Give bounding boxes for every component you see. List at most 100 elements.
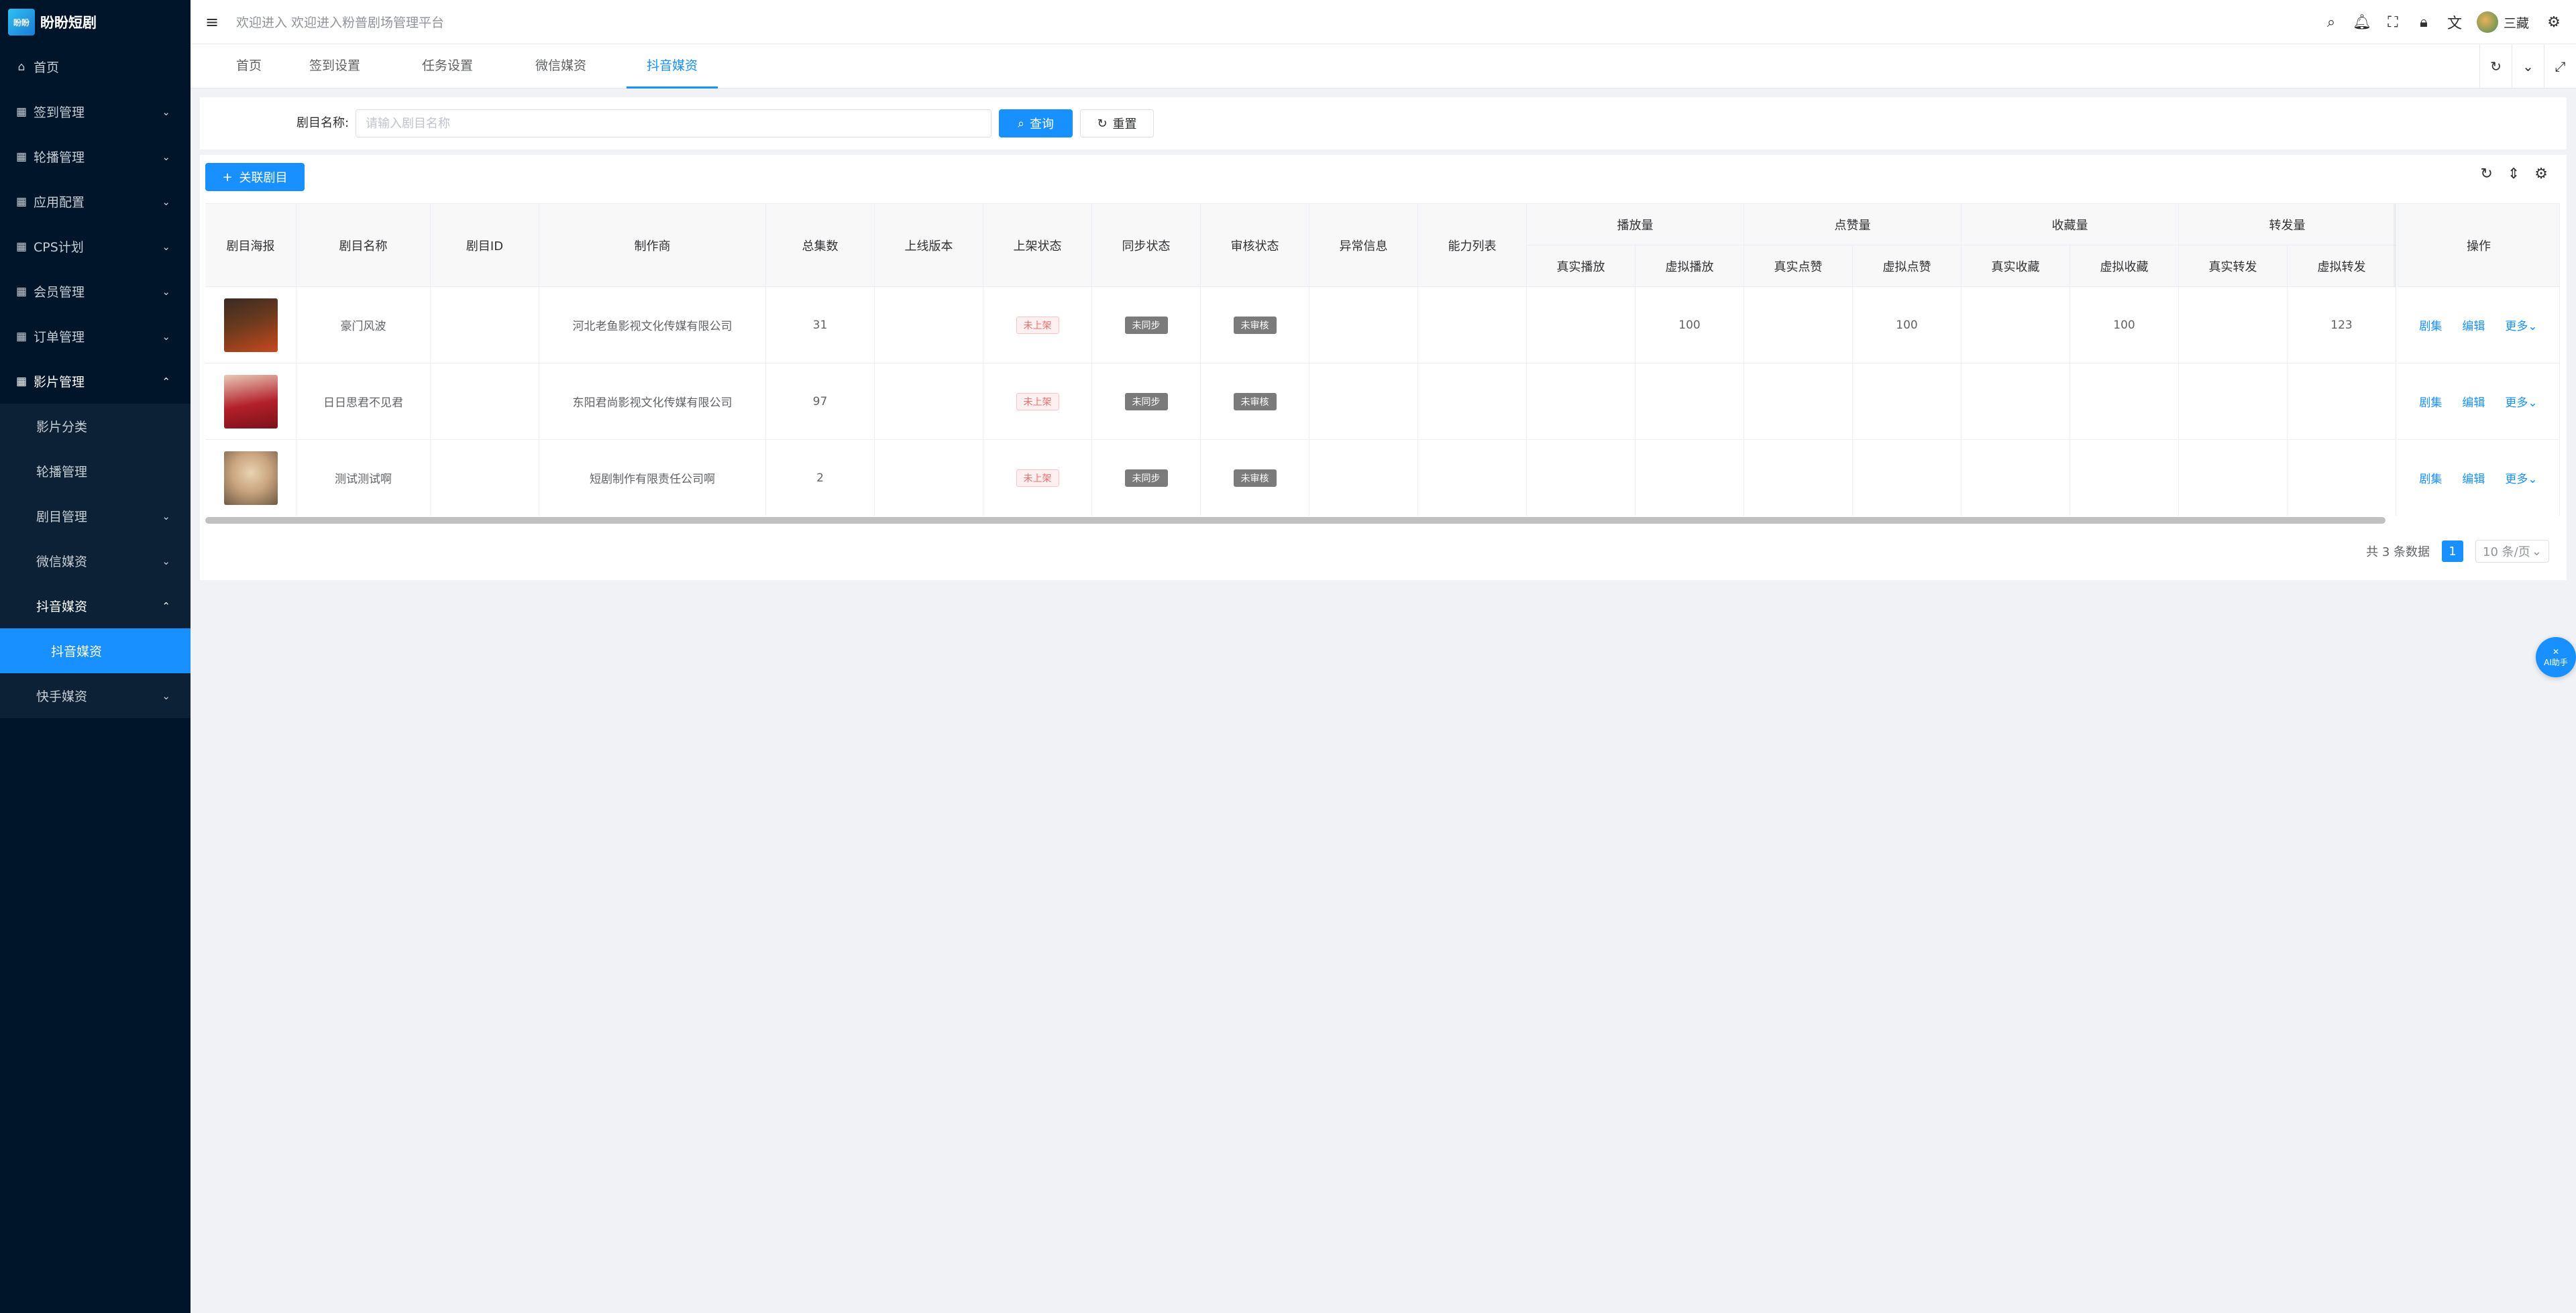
col-group-shares: 转发量 [2179,204,2396,245]
tab-task-settings[interactable]: 任务设置 [422,44,473,89]
sidebar-item-home[interactable]: ⌂ 首页 [0,44,191,89]
table-cell-poster [205,287,297,363]
table-cell-name: 豪门风波 [297,287,431,363]
sidebar-item-drama-manage[interactable]: 剧目管理 ⌄ [0,494,191,538]
search-icon[interactable]: ⌕ [2316,14,2347,31]
grid-icon: ▦ [15,329,28,343]
col-error-info: 异常信息 [1309,204,1418,287]
drama-name-input[interactable] [356,109,991,137]
bell-icon[interactable]: 🔔︎ [2347,14,2377,31]
status-badge: 未上架 [1016,392,1059,410]
drama-poster-image[interactable] [223,374,278,429]
col-virtual-fav: 虚拟收藏 [2070,245,2179,287]
table-cell-real-share [2179,440,2288,516]
tab-wechat-media[interactable]: 微信媒资 [535,44,586,89]
horizontal-scrollbar[interactable] [205,517,2385,524]
ai-assistant-label: AI助手 [2544,657,2568,667]
douyin-submenu: 抖音媒资 [0,628,191,673]
refresh-icon[interactable]: ↻ [2479,44,2512,89]
logo[interactable]: 盼盼 盼盼短剧 [0,0,191,44]
table-cell-version [875,440,983,516]
more-link[interactable]: 更多⌄ [2505,393,2537,410]
ai-assistant-button[interactable]: ✕ AI助手 [2536,637,2576,677]
edit-link[interactable]: 编辑 [2462,469,2485,486]
sidebar: 盼盼 盼盼短剧 ⌂ 首页 ▦ 签到管理 ⌄ ▦ 轮播管理 ⌄ ▦ 应用配置 ⌄ … [0,0,191,1313]
top-header: ≡ 欢迎进入 欢迎进入粉普剧场管理平台 ⌕ 🔔︎ ⛶ 🔒︎ 文 三藏 ⚙ [191,0,2576,44]
chevron-down-icon[interactable]: ⌄ [2512,44,2544,89]
table-cell-real-play [1527,440,1635,516]
fullscreen-icon[interactable]: ⛶ [2377,14,2408,31]
link-drama-button[interactable]: + 关联剧目 [205,163,305,191]
episodes-link[interactable]: 剧集 [2419,469,2442,486]
sidebar-item-film-category[interactable]: 影片分类 [0,404,191,449]
avatar[interactable] [2476,11,2498,33]
sidebar-item-cps[interactable]: ▦ CPS计划 ⌄ [0,224,191,269]
table-cell-real-play [1527,363,1635,440]
status-badge: 未上架 [1016,316,1059,334]
chevron-down-icon: ⌄ [162,195,170,208]
sidebar-item-members[interactable]: ▦ 会员管理 ⌄ [0,269,191,314]
table-cell-producer: 河北老鱼影视文化传媒有限公司 [539,287,766,363]
sidebar-item-label: 影片分类 [36,420,88,435]
query-button[interactable]: ⌕ 查询 [999,109,1073,137]
chevron-down-icon: ⌄ [162,150,170,163]
col-virtual-play: 虚拟播放 [1635,245,1744,287]
sidebar-item-films[interactable]: ▦ 影片管理 ⌃ [0,359,191,404]
sidebar-item-label: 轮播管理 [34,150,85,165]
translate-icon[interactable]: 文 [2439,11,2470,33]
table-cell-sync: 未同步 [1092,363,1201,440]
tab-tools: ↻ ⌄ ⤢ [2479,44,2576,89]
sidebar-item-kuaishou-media[interactable]: 快手媒资 ⌄ [0,673,191,718]
more-link[interactable]: 更多⌄ [2505,469,2537,486]
table-cell-virtual-like [1853,440,1962,516]
reset-button[interactable]: ↻ 重置 [1080,109,1154,137]
episodes-link[interactable]: 剧集 [2419,393,2442,410]
gear-icon[interactable]: ⚙ [2534,166,2548,182]
sidebar-item-douyin-media-list[interactable]: 抖音媒资 [0,628,191,673]
edit-link[interactable]: 编辑 [2462,393,2485,410]
col-real-fav: 真实收藏 [1962,245,2070,287]
sidebar-item-label: 快手媒资 [36,689,88,704]
sidebar-item-label: 微信媒资 [36,555,88,569]
drama-poster-image[interactable] [223,451,278,505]
refresh-icon[interactable]: ↻ [2480,166,2492,182]
table-cell-version [875,363,983,440]
gear-icon[interactable]: ⚙ [2538,14,2569,31]
column-height-icon[interactable]: ⇕ [2508,166,2520,182]
table-cell-real-share [2179,363,2288,440]
table-cell-real-like [1744,363,1853,440]
sidebar-item-carousel[interactable]: ▦ 轮播管理 ⌄ [0,134,191,179]
sidebar-item-checkin[interactable]: ▦ 签到管理 ⌄ [0,89,191,134]
sidebar-item-film-carousel[interactable]: 轮播管理 [0,449,191,494]
table-cell-virtual-fav [2070,363,2179,440]
lock-icon[interactable]: 🔒︎ [2408,14,2439,31]
sidebar-item-app-config[interactable]: ▦ 应用配置 ⌄ [0,179,191,224]
col-real-share: 真实转发 [2179,245,2288,287]
sidebar-item-wechat-media[interactable]: 微信媒资 ⌄ [0,538,191,583]
edit-link[interactable]: 编辑 [2462,317,2485,333]
grid-icon: ▦ [15,105,28,119]
sidebar-item-orders[interactable]: ▦ 订单管理 ⌄ [0,314,191,359]
tab-douyin-media[interactable]: 抖音媒资 [627,44,718,89]
tools-icon: ✕ [2552,646,2560,656]
more-link[interactable]: 更多⌄ [2505,317,2537,333]
episodes-link[interactable]: 剧集 [2419,317,2442,333]
tab-checkin-settings[interactable]: 签到设置 [309,44,360,89]
menu-toggle-icon[interactable]: ≡ [205,13,220,32]
tab-home[interactable]: 首页 [236,44,262,89]
table-cell-virtual-share [2288,440,2396,516]
films-submenu: 影片分类 轮播管理 剧目管理 ⌄ 微信媒资 ⌄ 抖音媒资 ⌃ 抖音媒资 快手媒资… [0,404,191,718]
sidebar-item-douyin-media[interactable]: 抖音媒资 ⌃ [0,583,191,628]
col-name: 剧目名称 [297,204,431,287]
status-badge: 未同步 [1124,469,1168,487]
status-badge: 未审核 [1233,392,1277,410]
drama-poster-image[interactable] [223,298,278,352]
chevron-down-icon: ⌄ [162,240,170,253]
username[interactable]: 三藏 [2504,13,2529,32]
col-group-favs: 收藏量 [1962,204,2179,245]
plus-icon: + [222,170,233,184]
maximize-icon[interactable]: ⤢ [2544,44,2576,89]
sidebar-item-label: 抖音媒资 [51,644,103,659]
page-number-button[interactable]: 1 [2442,540,2463,562]
page-size-select[interactable]: 10 条/页 ⌄ [2475,540,2549,563]
